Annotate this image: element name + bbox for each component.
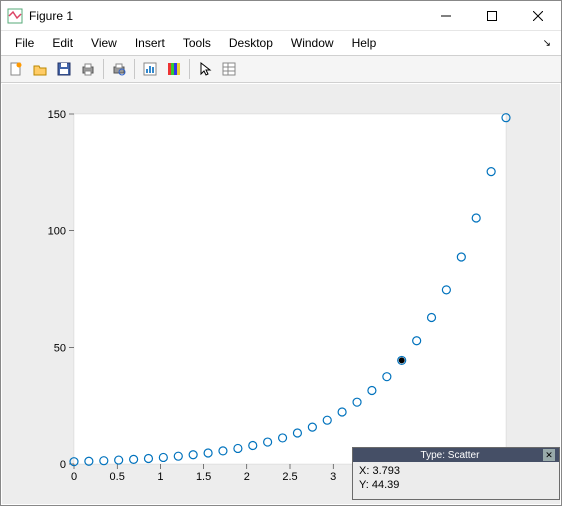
menu-help[interactable]: Help: [344, 34, 385, 52]
svg-text:2.5: 2.5: [282, 471, 297, 483]
data-tip-close-icon[interactable]: ✕: [543, 449, 555, 461]
svg-text:2: 2: [244, 471, 250, 483]
menu-tools[interactable]: Tools: [175, 34, 219, 52]
data-tip-x-value: X: 3.793: [359, 464, 553, 478]
window-controls: [423, 1, 561, 31]
svg-text:100: 100: [48, 226, 66, 238]
menu-window[interactable]: Window: [283, 34, 342, 52]
toolbar-separator: [103, 59, 104, 79]
print-preview-button[interactable]: [108, 58, 130, 80]
data-tip-y-value: Y: 44.39: [359, 478, 553, 492]
maximize-button[interactable]: [469, 1, 515, 31]
toolbar-separator: [189, 59, 190, 79]
menu-dock-arrow-icon[interactable]: ↘: [543, 38, 555, 49]
save-button[interactable]: [53, 58, 75, 80]
menubar: File Edit View Insert Tools Desktop Wind…: [1, 31, 561, 55]
data-tip-header: Type: Scatter ✕: [353, 448, 559, 462]
edit-plot-button[interactable]: [194, 58, 216, 80]
window-title: Figure 1: [29, 9, 423, 23]
menu-desktop[interactable]: Desktop: [221, 34, 281, 52]
app-icon: [7, 8, 23, 24]
open-button[interactable]: [29, 58, 51, 80]
svg-text:1.5: 1.5: [196, 471, 211, 483]
svg-text:3: 3: [330, 471, 336, 483]
menu-view[interactable]: View: [83, 34, 125, 52]
toolbar-separator: [134, 59, 135, 79]
new-figure-button[interactable]: [5, 58, 27, 80]
data-tip[interactable]: Type: Scatter ✕ X: 3.793 Y: 44.39: [352, 447, 560, 500]
svg-text:0.5: 0.5: [110, 471, 125, 483]
colorbar-button[interactable]: [163, 58, 185, 80]
menu-edit[interactable]: Edit: [44, 34, 81, 52]
minimize-button[interactable]: [423, 1, 469, 31]
menu-file[interactable]: File: [7, 34, 42, 52]
svg-text:0: 0: [60, 459, 66, 471]
toolbar: [1, 55, 561, 83]
close-button[interactable]: [515, 1, 561, 31]
scatter-plot[interactable]: 05010015000.511.522.533.5: [2, 84, 562, 506]
figure-canvas[interactable]: 05010015000.511.522.533.5 Type: Scatter …: [2, 84, 560, 504]
link-plot-button[interactable]: [139, 58, 161, 80]
svg-text:150: 150: [48, 109, 66, 121]
svg-text:50: 50: [54, 342, 66, 354]
data-tip-body: X: 3.793 Y: 44.39: [353, 462, 559, 499]
titlebar: Figure 1: [1, 1, 561, 31]
print-button[interactable]: [77, 58, 99, 80]
svg-text:1: 1: [157, 471, 163, 483]
data-tip-type-label: Type: Scatter: [357, 450, 543, 461]
property-inspector-button[interactable]: [218, 58, 240, 80]
svg-text:0: 0: [71, 471, 77, 483]
menu-insert[interactable]: Insert: [127, 34, 173, 52]
